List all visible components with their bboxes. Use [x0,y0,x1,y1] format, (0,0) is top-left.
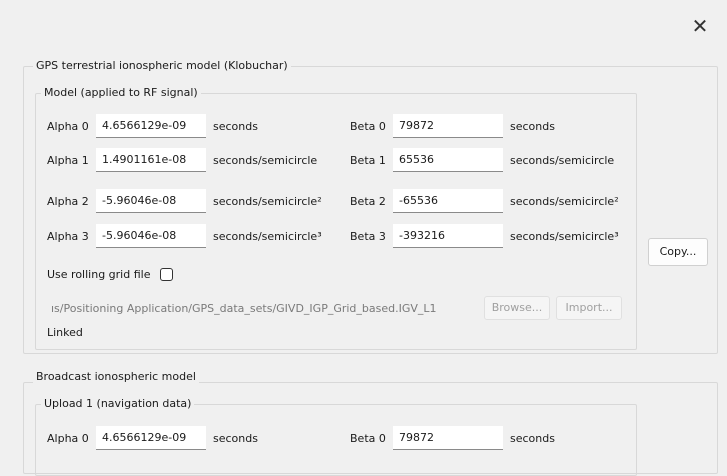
model-group-title: Model (applied to RF signal) [41,86,201,99]
upload-group-title: Upload 1 (navigation data) [41,397,195,410]
browse-button[interactable]: Browse... [484,296,550,320]
close-button[interactable]: ✕ [688,14,712,38]
alpha2-unit: seconds/semicircle² [213,195,322,208]
linked-label: Linked [47,326,83,339]
rolling-grid-label: Use rolling grid file [47,268,151,281]
alpha3-unit: seconds/semicircle³ [213,230,322,243]
import-button[interactable]: Import... [556,296,622,320]
grid-file-path: ıs/Positioning Application/GPS_data_sets… [51,302,437,315]
beta2-label: Beta 2 [350,195,386,208]
alpha1-unit: seconds/semicircle [213,154,318,167]
broadcast-alpha0-label: Alpha 0 [47,432,89,445]
alpha2-field[interactable]: -5.96046e-08 [96,189,206,213]
alpha0-label: Alpha 0 [47,120,89,133]
broadcast-group-title: Broadcast ionospheric model [33,370,199,383]
rolling-grid-checkbox[interactable] [160,268,173,281]
beta1-field[interactable]: 65536 [393,148,503,172]
beta3-label: Beta 3 [350,230,386,243]
close-icon: ✕ [691,14,709,38]
beta0-label: Beta 0 [350,120,386,133]
broadcast-beta0-label: Beta 0 [350,432,386,445]
beta1-label: Beta 1 [350,154,386,167]
alpha3-label: Alpha 3 [47,230,89,243]
alpha1-field[interactable]: 1.4901161e-08 [96,148,206,172]
beta3-unit: seconds/semicircle³ [510,230,619,243]
beta2-field[interactable]: -65536 [393,189,503,213]
alpha2-label: Alpha 2 [47,195,89,208]
alpha1-label: Alpha 1 [47,154,89,167]
klobuchar-group-title: GPS terrestrial ionospheric model (Klobu… [33,59,291,72]
broadcast-alpha0-field[interactable]: 4.6566129e-09 [96,426,206,450]
copy-button[interactable]: Copy... [648,238,708,266]
beta2-unit: seconds/semicircle² [510,195,619,208]
beta0-unit: seconds [510,120,555,133]
alpha3-field[interactable]: -5.96046e-08 [96,224,206,248]
broadcast-alpha0-unit: seconds [213,432,258,445]
broadcast-beta0-unit: seconds [510,432,555,445]
beta1-unit: seconds/semicircle [510,154,615,167]
alpha0-field[interactable]: 4.6566129e-09 [96,114,206,138]
beta3-field[interactable]: -393216 [393,224,503,248]
beta0-field[interactable]: 79872 [393,114,503,138]
alpha0-unit: seconds [213,120,258,133]
broadcast-beta0-field[interactable]: 79872 [393,426,503,450]
